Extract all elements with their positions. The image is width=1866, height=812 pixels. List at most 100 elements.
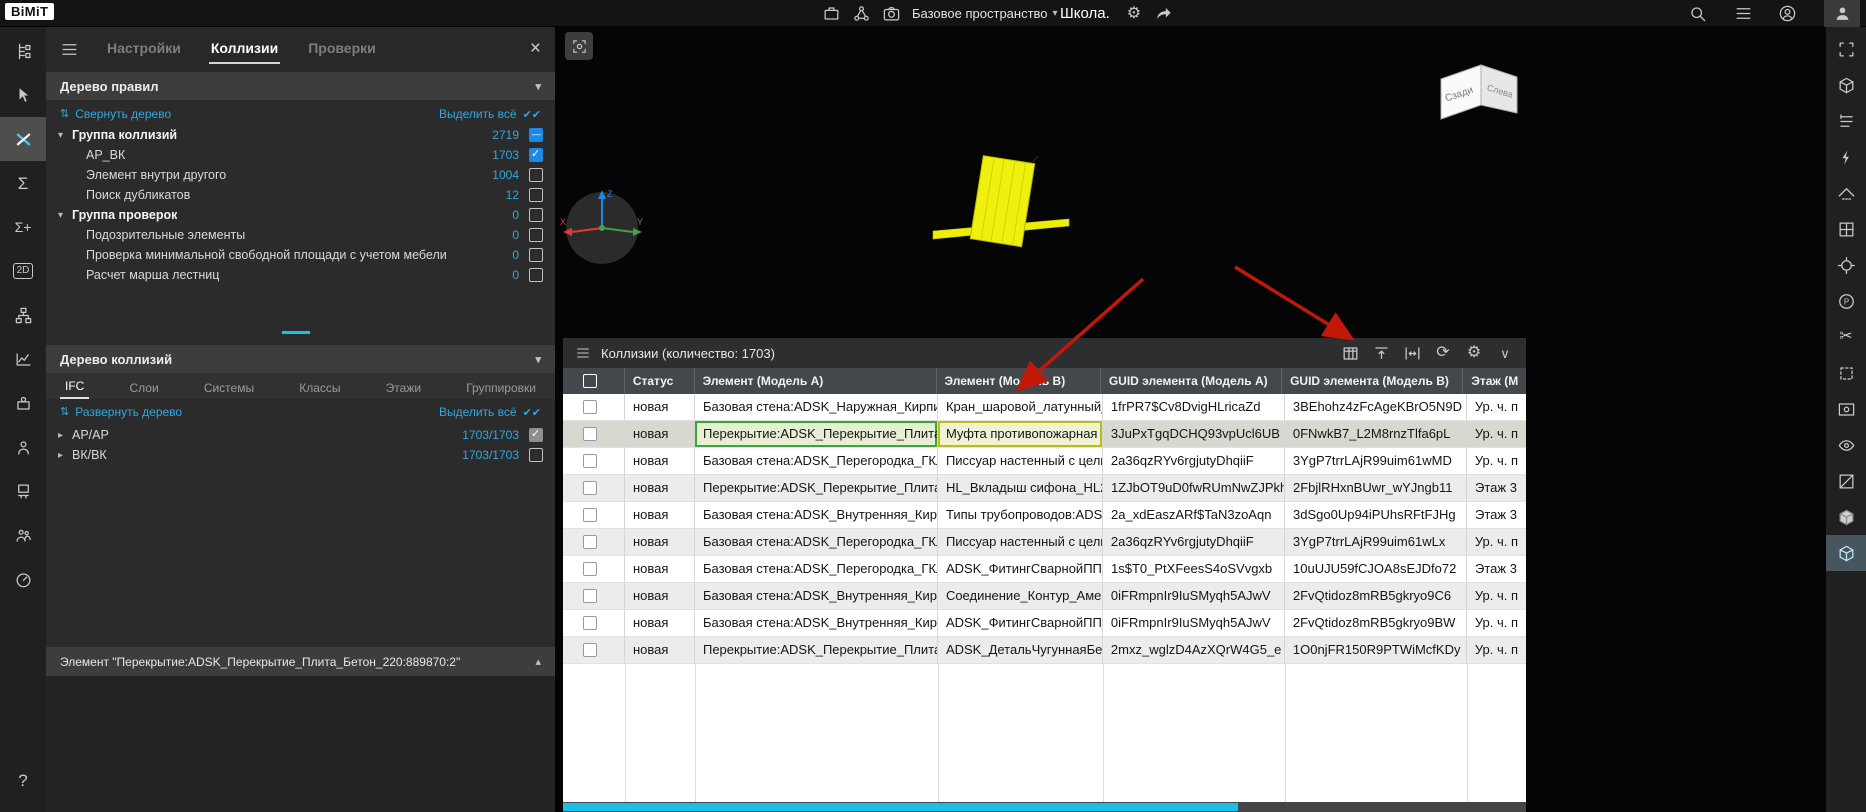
rules-tree-header[interactable]: Дерево правил ▾	[46, 72, 555, 100]
rule-checkbox[interactable]	[529, 128, 543, 142]
camera-button[interactable]	[882, 3, 901, 24]
tab-Коллизии[interactable]: Коллизии	[209, 34, 280, 64]
row-checkbox[interactable]	[583, 400, 597, 414]
rule-row[interactable]: Поиск дубликатов12	[46, 185, 555, 205]
collision-group-row[interactable]: ▸ВК/ВК1703/1703	[46, 445, 555, 465]
table-settings-icon[interactable]: ⚙	[1463, 345, 1485, 361]
row-checkbox[interactable]	[583, 508, 597, 522]
row-checkbox[interactable]	[583, 454, 597, 468]
column-header[interactable]: Статус	[625, 368, 695, 394]
row-checkbox[interactable]	[583, 427, 597, 441]
tool-sum-add[interactable]: Σ+	[0, 205, 46, 249]
collision-row[interactable]: новаяБазовая стена:ADSK_Перегородка_ГКЛВ…	[563, 448, 1526, 475]
tool-select[interactable]	[0, 73, 46, 117]
rule-row[interactable]: Подозрительные элементы0	[46, 225, 555, 245]
collision-row[interactable]: новаяПерекрытие:ADSK_Перекрытие_Плита_Бе…	[563, 475, 1526, 502]
tool-sum[interactable]: Σ	[0, 161, 46, 205]
collapse-tree-link[interactable]: Свернуть дерево	[75, 107, 171, 121]
tool-chart[interactable]	[0, 337, 46, 381]
rule-row[interactable]: Элемент внутри другого1004	[46, 165, 555, 185]
align-rows-icon[interactable]	[1370, 344, 1392, 363]
tool-visibility[interactable]	[1826, 427, 1866, 463]
column-header[interactable]: Элемент (Модель А)	[695, 368, 937, 394]
tool-grid-window[interactable]	[1826, 211, 1866, 247]
row-checkbox[interactable]	[583, 589, 597, 603]
tool-plugins[interactable]	[0, 381, 46, 425]
table-menu-icon[interactable]	[575, 345, 591, 361]
column-header[interactable]: Этаж (М	[1463, 368, 1526, 394]
tool-collisions[interactable]	[0, 117, 46, 161]
workspace-selector[interactable]: Базовое пространство ▾	[912, 3, 1058, 24]
panel-resize-handle[interactable]	[282, 331, 310, 334]
rule-row[interactable]: АР_ВК1703	[46, 145, 555, 165]
account-button[interactable]	[1778, 3, 1797, 24]
tree-caret-icon[interactable]: ▾	[58, 130, 72, 141]
rule-checkbox[interactable]	[529, 248, 543, 262]
collision-row[interactable]: новаяБазовая стена:ADSK_Перегородка_ГКЛВ…	[563, 529, 1526, 556]
tool-person-filter[interactable]	[0, 425, 46, 469]
tool-cube-solid[interactable]	[1826, 499, 1866, 535]
row-checkbox[interactable]	[583, 562, 597, 576]
axis-gizmo[interactable]: X Y Z	[557, 183, 647, 273]
panel-menu-icon[interactable]	[60, 40, 79, 59]
screenshot-button[interactable]	[565, 32, 593, 60]
collaboration-button[interactable]	[852, 3, 871, 24]
row-checkbox[interactable]	[583, 535, 597, 549]
table-columns-icon[interactable]	[1339, 344, 1361, 363]
project-settings-icon[interactable]: ⚙	[1127, 6, 1141, 22]
group-checkbox[interactable]	[529, 448, 543, 462]
tool-people-location[interactable]	[0, 513, 46, 557]
row-checkbox[interactable]	[583, 643, 597, 657]
rule-row[interactable]: ▾Группа коллизий2719	[46, 125, 555, 145]
rule-row[interactable]: Проверка минимальной свободной площади с…	[46, 245, 555, 265]
select-all-checkbox[interactable]	[583, 374, 597, 388]
column-header[interactable]: Элемент (Модель B)	[937, 368, 1101, 394]
scrollbar-thumb[interactable]	[563, 803, 1238, 811]
tree-caret-icon[interactable]: ▸	[58, 450, 72, 461]
refresh-icon[interactable]: ⟳	[1432, 345, 1454, 361]
tool-parking[interactable]: P	[1826, 283, 1866, 319]
tool-structure[interactable]	[0, 293, 46, 337]
tool-quick-filter[interactable]	[1826, 139, 1866, 175]
tool-section-plane[interactable]	[1826, 175, 1866, 211]
viewport-3d[interactable]: Сзади Слева X Y Z Коллизии (количество: …	[555, 27, 1826, 812]
tool-viewport-frame[interactable]	[1826, 31, 1866, 67]
selected-element-bar[interactable]: Элемент "Перекрытие:ADSK_Перекрытие_Плит…	[46, 647, 555, 676]
close-panel-icon[interactable]: ×	[530, 38, 541, 60]
tool-model-tree[interactable]	[0, 29, 46, 73]
selected-3d-element[interactable]	[931, 149, 1071, 264]
user-button[interactable]	[1824, 0, 1860, 27]
fit-columns-icon[interactable]	[1401, 344, 1423, 363]
collision-row[interactable]: новаяПерекрытие:ADSK_Перекрытие_Плита_Бе…	[563, 637, 1526, 664]
tool-cut[interactable]: ✂	[1826, 319, 1866, 355]
collision-row[interactable]: новаяБазовая стена:ADSK_Наружная_Кирпичн…	[563, 394, 1526, 421]
tool-object-box[interactable]	[0, 469, 46, 513]
collision-row[interactable]: новаяПерекрытие:ADSK_Перекрытие_Плита_Бе…	[563, 421, 1526, 448]
tool-hide-object[interactable]	[1826, 463, 1866, 499]
menu-list-button[interactable]	[1734, 3, 1753, 24]
project-tools-button[interactable]	[822, 3, 841, 24]
tree-tab-IFC[interactable]: IFC	[60, 375, 89, 399]
tree-tab-Слои[interactable]: Слои	[124, 377, 163, 399]
tool-gauge[interactable]	[0, 557, 46, 601]
tab-Настройки[interactable]: Настройки	[105, 34, 183, 64]
tree-caret-icon[interactable]: ▸	[58, 430, 72, 441]
help-button[interactable]: ?	[0, 758, 46, 802]
select-all-link[interactable]: Выделить всё	[439, 107, 517, 121]
rule-checkbox[interactable]	[529, 188, 543, 202]
row-checkbox[interactable]	[583, 481, 597, 495]
search-button[interactable]	[1688, 3, 1707, 24]
rule-checkbox[interactable]	[529, 268, 543, 282]
rule-checkbox[interactable]	[529, 148, 543, 162]
tab-Проверки[interactable]: Проверки	[306, 34, 378, 64]
tool-measure[interactable]	[1826, 103, 1866, 139]
select-all-link[interactable]: Выделить всё	[439, 405, 517, 419]
column-header[interactable]: GUID элемента (Модель А)	[1101, 368, 1282, 394]
tree-caret-icon[interactable]: ▾	[58, 210, 72, 221]
collision-row[interactable]: новаяБазовая стена:ADSK_Внутренняя_Кирпи…	[563, 583, 1526, 610]
tool-cube-view[interactable]	[1826, 67, 1866, 103]
collisions-tree-header[interactable]: Дерево коллизий ▾	[46, 345, 555, 373]
tool-locate[interactable]	[1826, 247, 1866, 283]
group-checkbox[interactable]	[529, 428, 543, 442]
row-checkbox[interactable]	[583, 616, 597, 630]
